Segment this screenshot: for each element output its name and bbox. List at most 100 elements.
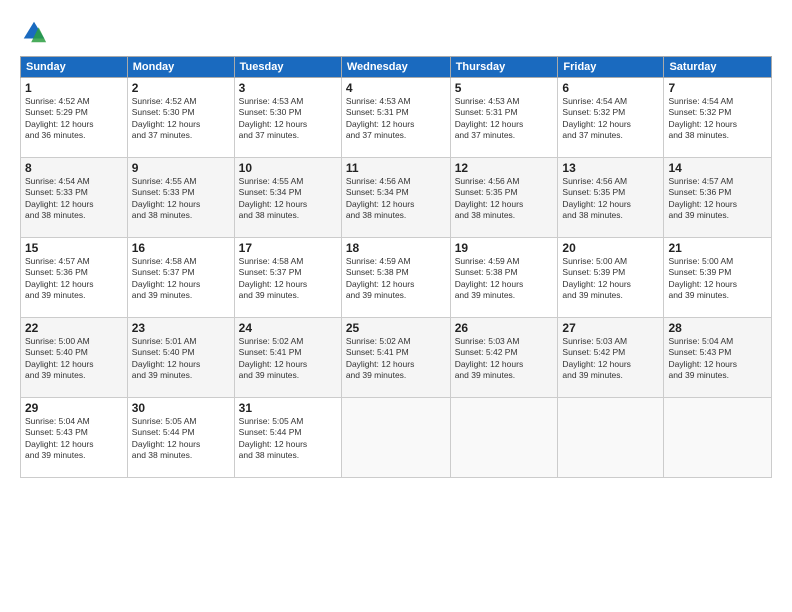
day-info: Sunrise: 5:02 AM Sunset: 5:41 PM Dayligh…: [346, 336, 446, 382]
calendar-cell: [664, 398, 772, 478]
calendar-cell: 24Sunrise: 5:02 AM Sunset: 5:41 PM Dayli…: [234, 318, 341, 398]
day-info: Sunrise: 4:53 AM Sunset: 5:30 PM Dayligh…: [239, 96, 337, 142]
calendar-cell: 25Sunrise: 5:02 AM Sunset: 5:41 PM Dayli…: [341, 318, 450, 398]
header-day-saturday: Saturday: [664, 57, 772, 78]
calendar-cell: 21Sunrise: 5:00 AM Sunset: 5:39 PM Dayli…: [664, 238, 772, 318]
calendar-week-3: 15Sunrise: 4:57 AM Sunset: 5:36 PM Dayli…: [21, 238, 772, 318]
day-number: 7: [668, 81, 767, 95]
day-info: Sunrise: 4:56 AM Sunset: 5:35 PM Dayligh…: [562, 176, 659, 222]
calendar-cell: 11Sunrise: 4:56 AM Sunset: 5:34 PM Dayli…: [341, 158, 450, 238]
calendar-cell: 5Sunrise: 4:53 AM Sunset: 5:31 PM Daylig…: [450, 78, 558, 158]
day-info: Sunrise: 5:01 AM Sunset: 5:40 PM Dayligh…: [132, 336, 230, 382]
calendar-cell: 26Sunrise: 5:03 AM Sunset: 5:42 PM Dayli…: [450, 318, 558, 398]
calendar-cell: 16Sunrise: 4:58 AM Sunset: 5:37 PM Dayli…: [127, 238, 234, 318]
day-number: 22: [25, 321, 123, 335]
page: SundayMondayTuesdayWednesdayThursdayFrid…: [0, 0, 792, 612]
day-number: 28: [668, 321, 767, 335]
logo: [20, 18, 52, 46]
day-info: Sunrise: 4:58 AM Sunset: 5:37 PM Dayligh…: [239, 256, 337, 302]
calendar-cell: 10Sunrise: 4:55 AM Sunset: 5:34 PM Dayli…: [234, 158, 341, 238]
header-day-friday: Friday: [558, 57, 664, 78]
day-number: 4: [346, 81, 446, 95]
day-info: Sunrise: 4:56 AM Sunset: 5:34 PM Dayligh…: [346, 176, 446, 222]
calendar-header-row: SundayMondayTuesdayWednesdayThursdayFrid…: [21, 57, 772, 78]
day-info: Sunrise: 4:57 AM Sunset: 5:36 PM Dayligh…: [25, 256, 123, 302]
day-number: 3: [239, 81, 337, 95]
calendar-cell: 12Sunrise: 4:56 AM Sunset: 5:35 PM Dayli…: [450, 158, 558, 238]
calendar-table: SundayMondayTuesdayWednesdayThursdayFrid…: [20, 56, 772, 478]
day-number: 31: [239, 401, 337, 415]
calendar-cell: 22Sunrise: 5:00 AM Sunset: 5:40 PM Dayli…: [21, 318, 128, 398]
day-info: Sunrise: 5:00 AM Sunset: 5:40 PM Dayligh…: [25, 336, 123, 382]
day-info: Sunrise: 4:53 AM Sunset: 5:31 PM Dayligh…: [455, 96, 554, 142]
calendar-cell: 1Sunrise: 4:52 AM Sunset: 5:29 PM Daylig…: [21, 78, 128, 158]
day-info: Sunrise: 4:52 AM Sunset: 5:30 PM Dayligh…: [132, 96, 230, 142]
day-info: Sunrise: 4:54 AM Sunset: 5:32 PM Dayligh…: [668, 96, 767, 142]
day-number: 27: [562, 321, 659, 335]
day-number: 14: [668, 161, 767, 175]
day-number: 2: [132, 81, 230, 95]
day-number: 13: [562, 161, 659, 175]
calendar-cell: 2Sunrise: 4:52 AM Sunset: 5:30 PM Daylig…: [127, 78, 234, 158]
day-info: Sunrise: 4:53 AM Sunset: 5:31 PM Dayligh…: [346, 96, 446, 142]
calendar-cell: 14Sunrise: 4:57 AM Sunset: 5:36 PM Dayli…: [664, 158, 772, 238]
day-info: Sunrise: 4:59 AM Sunset: 5:38 PM Dayligh…: [346, 256, 446, 302]
day-info: Sunrise: 4:54 AM Sunset: 5:32 PM Dayligh…: [562, 96, 659, 142]
day-info: Sunrise: 4:52 AM Sunset: 5:29 PM Dayligh…: [25, 96, 123, 142]
day-number: 15: [25, 241, 123, 255]
calendar-cell: 8Sunrise: 4:54 AM Sunset: 5:33 PM Daylig…: [21, 158, 128, 238]
logo-icon: [20, 18, 48, 46]
day-number: 21: [668, 241, 767, 255]
calendar-cell: 9Sunrise: 4:55 AM Sunset: 5:33 PM Daylig…: [127, 158, 234, 238]
day-info: Sunrise: 4:55 AM Sunset: 5:34 PM Dayligh…: [239, 176, 337, 222]
day-number: 17: [239, 241, 337, 255]
header-day-tuesday: Tuesday: [234, 57, 341, 78]
day-info: Sunrise: 5:00 AM Sunset: 5:39 PM Dayligh…: [562, 256, 659, 302]
day-number: 19: [455, 241, 554, 255]
day-info: Sunrise: 5:03 AM Sunset: 5:42 PM Dayligh…: [562, 336, 659, 382]
day-number: 25: [346, 321, 446, 335]
calendar-cell: 28Sunrise: 5:04 AM Sunset: 5:43 PM Dayli…: [664, 318, 772, 398]
header-day-thursday: Thursday: [450, 57, 558, 78]
calendar-cell: 15Sunrise: 4:57 AM Sunset: 5:36 PM Dayli…: [21, 238, 128, 318]
header-day-monday: Monday: [127, 57, 234, 78]
day-number: 9: [132, 161, 230, 175]
day-info: Sunrise: 4:58 AM Sunset: 5:37 PM Dayligh…: [132, 256, 230, 302]
day-info: Sunrise: 4:59 AM Sunset: 5:38 PM Dayligh…: [455, 256, 554, 302]
calendar-cell: 27Sunrise: 5:03 AM Sunset: 5:42 PM Dayli…: [558, 318, 664, 398]
day-number: 18: [346, 241, 446, 255]
calendar-cell: 19Sunrise: 4:59 AM Sunset: 5:38 PM Dayli…: [450, 238, 558, 318]
day-number: 6: [562, 81, 659, 95]
header-day-sunday: Sunday: [21, 57, 128, 78]
day-number: 16: [132, 241, 230, 255]
day-number: 20: [562, 241, 659, 255]
calendar-cell: 31Sunrise: 5:05 AM Sunset: 5:44 PM Dayli…: [234, 398, 341, 478]
calendar-cell: [341, 398, 450, 478]
calendar-week-1: 1Sunrise: 4:52 AM Sunset: 5:29 PM Daylig…: [21, 78, 772, 158]
day-number: 8: [25, 161, 123, 175]
day-number: 10: [239, 161, 337, 175]
calendar-cell: 17Sunrise: 4:58 AM Sunset: 5:37 PM Dayli…: [234, 238, 341, 318]
calendar-cell: 7Sunrise: 4:54 AM Sunset: 5:32 PM Daylig…: [664, 78, 772, 158]
calendar-cell: 13Sunrise: 4:56 AM Sunset: 5:35 PM Dayli…: [558, 158, 664, 238]
day-info: Sunrise: 5:00 AM Sunset: 5:39 PM Dayligh…: [668, 256, 767, 302]
day-info: Sunrise: 4:54 AM Sunset: 5:33 PM Dayligh…: [25, 176, 123, 222]
day-number: 29: [25, 401, 123, 415]
calendar-week-5: 29Sunrise: 5:04 AM Sunset: 5:43 PM Dayli…: [21, 398, 772, 478]
calendar-cell: 3Sunrise: 4:53 AM Sunset: 5:30 PM Daylig…: [234, 78, 341, 158]
calendar-cell: 23Sunrise: 5:01 AM Sunset: 5:40 PM Dayli…: [127, 318, 234, 398]
day-info: Sunrise: 5:05 AM Sunset: 5:44 PM Dayligh…: [132, 416, 230, 462]
day-info: Sunrise: 4:56 AM Sunset: 5:35 PM Dayligh…: [455, 176, 554, 222]
calendar-cell: 4Sunrise: 4:53 AM Sunset: 5:31 PM Daylig…: [341, 78, 450, 158]
day-info: Sunrise: 5:04 AM Sunset: 5:43 PM Dayligh…: [668, 336, 767, 382]
calendar-cell: 18Sunrise: 4:59 AM Sunset: 5:38 PM Dayli…: [341, 238, 450, 318]
day-info: Sunrise: 5:02 AM Sunset: 5:41 PM Dayligh…: [239, 336, 337, 382]
day-info: Sunrise: 4:55 AM Sunset: 5:33 PM Dayligh…: [132, 176, 230, 222]
header: [20, 18, 772, 46]
day-number: 5: [455, 81, 554, 95]
day-number: 24: [239, 321, 337, 335]
day-info: Sunrise: 5:05 AM Sunset: 5:44 PM Dayligh…: [239, 416, 337, 462]
header-day-wednesday: Wednesday: [341, 57, 450, 78]
calendar-cell: 29Sunrise: 5:04 AM Sunset: 5:43 PM Dayli…: [21, 398, 128, 478]
day-number: 23: [132, 321, 230, 335]
